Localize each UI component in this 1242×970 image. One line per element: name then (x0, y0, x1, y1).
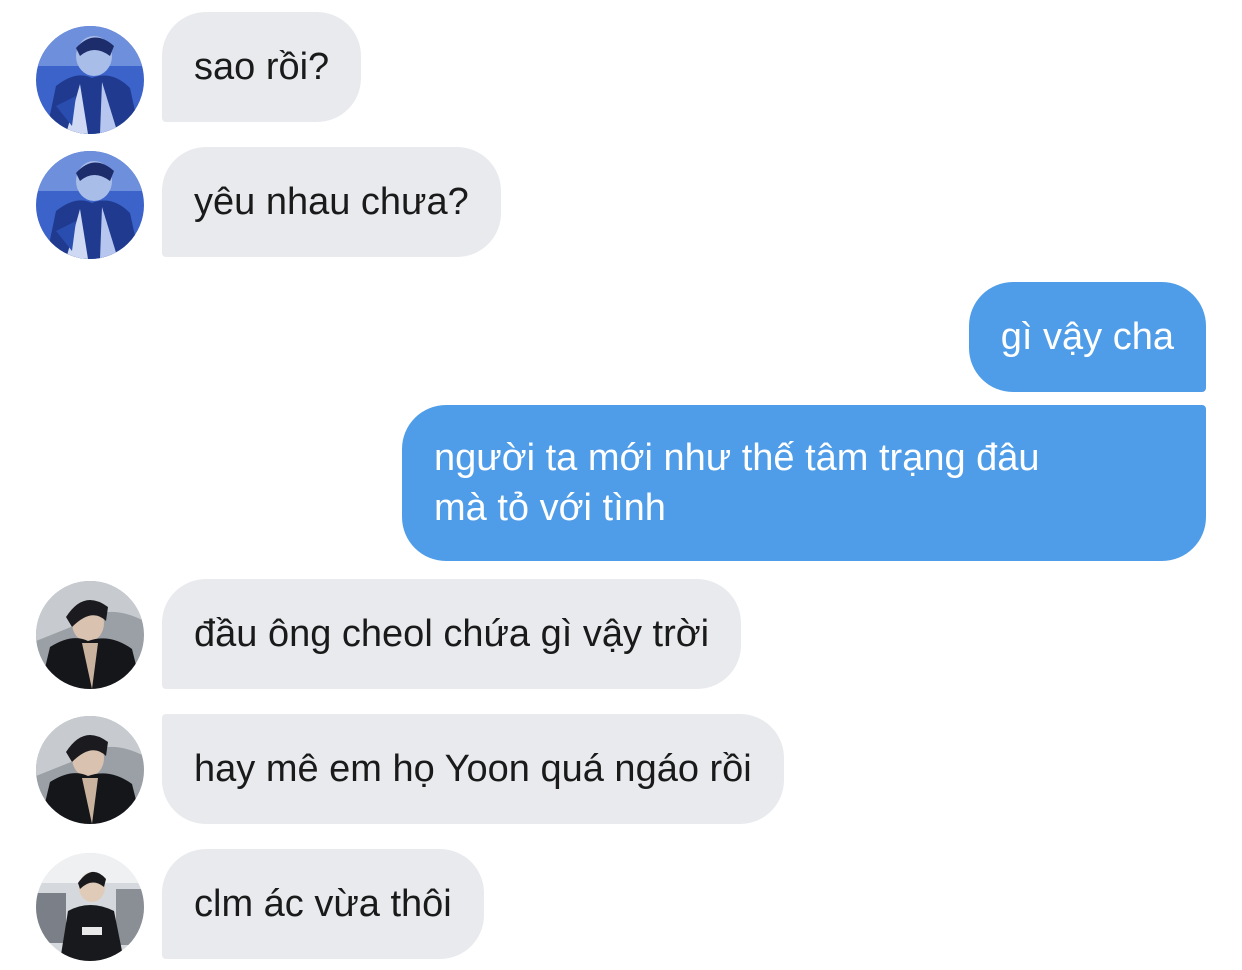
message-text-line: người ta mới như thế tâm trạng đâu (434, 437, 1040, 479)
message-text: hay mê em họ Yoon quá ngáo rồi (194, 748, 752, 790)
message-row: hay mê em họ Yoon quá ngáo rồi (0, 714, 1242, 824)
message-row: yêu nhau chưa? (0, 147, 1242, 259)
avatar-blue-jacket-icon (36, 26, 144, 134)
message-text: đầu ông cheol chứa gì vậy trời (194, 613, 710, 655)
message-bubble[interactable]: sao rồi? (162, 12, 362, 122)
avatar[interactable] (36, 716, 144, 824)
message-bubble[interactable]: yêu nhau chưa? (162, 147, 501, 257)
message-text: sao rồi? (194, 46, 330, 88)
avatar-dark-portrait-icon (36, 716, 144, 824)
message-row: sao rồi? (0, 12, 1242, 134)
message-text: gì vậy cha (1000, 316, 1174, 358)
message-text: clm ác vừa thôi (194, 883, 452, 925)
avatar[interactable] (36, 853, 144, 961)
message-text: yêu nhau chưa? (194, 181, 469, 223)
message-bubble[interactable]: hay mê em họ Yoon quá ngáo rồi (162, 714, 784, 824)
message-row: người ta mới như thế tâm trạng đâu mà tỏ… (0, 405, 1242, 567)
message-text-line: mà tỏ với tình (434, 487, 666, 529)
message-bubble[interactable]: gì vậy cha (968, 282, 1206, 392)
message-bubble[interactable]: đầu ông cheol chứa gì vậy trời (162, 579, 742, 689)
avatar-street-photo-icon (36, 853, 144, 961)
avatar[interactable] (36, 26, 144, 134)
avatar[interactable] (36, 151, 144, 259)
message-row: gì vậy cha (0, 282, 1242, 392)
avatar-blue-jacket-icon (36, 151, 144, 259)
message-bubble[interactable]: clm ác vừa thôi (162, 849, 484, 959)
message-row: clm ác vừa thôi (0, 849, 1242, 970)
avatar[interactable] (36, 581, 144, 689)
avatar-dark-portrait-icon (36, 581, 144, 689)
message-row: đầu ông cheol chứa gì vậy trời (0, 579, 1242, 689)
message-bubble[interactable]: người ta mới như thế tâm trạng đâu mà tỏ… (402, 405, 1206, 561)
